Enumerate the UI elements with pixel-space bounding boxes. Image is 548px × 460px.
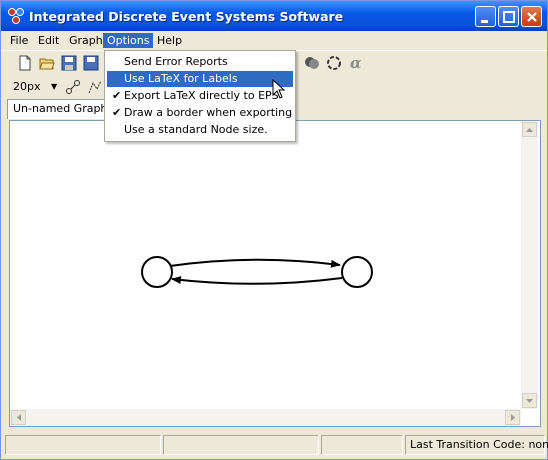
app-logo-icon [8,8,24,24]
arrow-down-icon [526,399,533,403]
checkmark-icon: ✔ [112,89,122,102]
menu-options[interactable]: Options [103,33,154,48]
mouse-cursor-icon [272,79,286,99]
window-title: Integrated Discrete Event Systems Softwa… [29,9,344,24]
horizontal-scrollbar[interactable] [10,409,521,426]
save-as-icon[interactable] [83,55,99,71]
graph-node[interactable] [141,256,173,288]
options-dropdown-menu: Send Error Reports Use LaTeX for Labels … [104,50,296,142]
arrow-up-icon [526,128,533,132]
automaton-ops-icon[interactable] [304,55,320,71]
minimize-button[interactable] [475,6,496,27]
scroll-down-button[interactable] [522,393,537,408]
chevron-down-icon: ▼ [51,82,58,91]
checkmark-icon: ✔ [112,106,122,119]
status-panel-2 [163,435,319,455]
zoom-value: 20px [13,80,41,93]
new-file-icon[interactable] [17,55,33,71]
transform-icon[interactable] [326,55,342,71]
app-window: Integrated Discrete Event Systems Softwa… [0,0,548,460]
graph-drawing[interactable] [10,121,521,409]
title-bar[interactable]: Integrated Discrete Event Systems Softwa… [1,1,547,31]
status-panel-3 [321,435,403,455]
layout-icon[interactable] [87,79,103,95]
graph-edge-backward[interactable] [171,276,343,285]
menu-item-use-latex-labels[interactable]: Use LaTeX for Labels [107,71,293,87]
minimize-icon [481,20,488,23]
open-folder-icon[interactable] [39,55,55,71]
save-icon[interactable] [61,55,77,71]
tab-un-named-graph[interactable]: Un-named Graph [7,99,114,119]
menu-item-draw-border[interactable]: ✔ Draw a border when exporting [107,105,293,121]
svg-text:α: α [350,55,362,71]
menu-bar: File Edit Graph Options Help [1,31,547,51]
last-transition-status: Last Transition Code: none [405,435,548,455]
menu-edit[interactable]: Edit [34,33,63,48]
zoom-select[interactable]: 20px ▼ [13,79,61,95]
vertical-scrollbar[interactable] [521,121,538,409]
arrow-left-icon [17,414,21,421]
arrow-right-icon [511,414,515,421]
graph-node[interactable] [341,256,373,288]
graph-canvas[interactable] [9,120,541,427]
graph-edge-forward[interactable] [169,258,341,268]
menu-graph[interactable]: Graph [65,33,107,48]
maximize-button[interactable] [498,6,519,27]
scroll-left-button[interactable] [11,410,26,425]
menu-item-send-error-reports[interactable]: Send Error Reports [107,54,293,70]
status-bar: Last Transition Code: none [1,433,548,457]
close-icon [527,12,537,22]
maximize-icon [503,11,515,23]
menu-item-standard-node-size[interactable]: Use a standard Node size. [107,122,293,138]
menu-file[interactable]: File [6,33,32,48]
scroll-right-button[interactable] [505,410,520,425]
menu-help[interactable]: Help [153,33,186,48]
menu-item-export-latex-eps[interactable]: ✔ Export LaTeX directly to EPS [107,88,293,104]
alpha-icon[interactable]: α [349,55,365,71]
close-button[interactable] [521,6,542,27]
scroll-up-button[interactable] [522,122,537,137]
create-edge-icon[interactable] [65,79,81,95]
status-panel-1 [5,435,161,455]
